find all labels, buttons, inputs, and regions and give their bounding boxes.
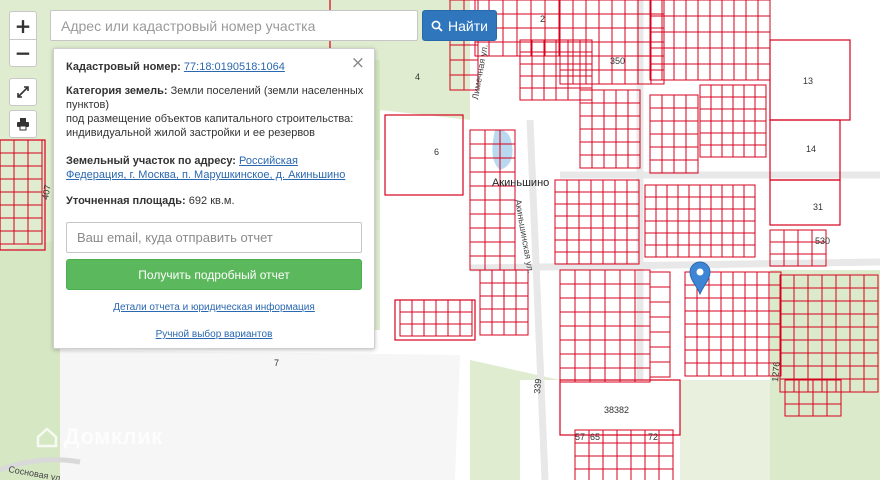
label-parcel-2: 2 bbox=[540, 14, 545, 24]
details-link[interactable]: Детали отчета и юридическая информация bbox=[54, 302, 374, 313]
parcel-info-popup: × Кадастровый номер: 77:18:0190518:1064 … bbox=[53, 48, 375, 349]
label-parcel-38382: 38382 bbox=[604, 405, 629, 415]
watermark-logo: Домклик bbox=[36, 424, 163, 450]
search-button[interactable]: Найти bbox=[422, 10, 497, 41]
label-parcel-4: 4 bbox=[415, 72, 420, 82]
cadastral-row: Кадастровый номер: 77:18:0190518:1064 bbox=[66, 60, 366, 74]
cadastral-number-link[interactable]: 77:18:0190518:1064 bbox=[184, 61, 285, 73]
category-row: Категория земель: Земли поселений (земли… bbox=[66, 84, 366, 140]
address-row: Земельный участок по адресу: Российская … bbox=[66, 154, 366, 182]
label-parcel-1276: 1276 bbox=[770, 361, 782, 382]
expand-icon bbox=[17, 86, 29, 98]
address-link-part2[interactable]: Федерация, г. Москва, п. Марушкинское, д… bbox=[66, 169, 345, 181]
search-icon bbox=[431, 20, 443, 32]
manual-select-link[interactable]: Ручной выбор вариантов bbox=[54, 329, 374, 340]
printer-icon bbox=[17, 118, 29, 131]
watermark-text: Домклик bbox=[64, 424, 163, 449]
category-line3: индивидуальной жилой застройки и ее резе… bbox=[66, 127, 316, 139]
label-parcel-530: 530 bbox=[815, 236, 830, 246]
cadastral-label: Кадастровый номер: bbox=[66, 61, 181, 73]
get-report-button[interactable]: Получить подробный отчет bbox=[66, 259, 362, 290]
fullscreen-button[interactable] bbox=[9, 78, 37, 106]
label-parcel-7: 7 bbox=[274, 358, 279, 368]
label-parcel-339: 339 bbox=[532, 378, 543, 394]
email-field[interactable] bbox=[66, 222, 362, 253]
search-input[interactable] bbox=[50, 10, 418, 41]
zoom-out-button[interactable]: − bbox=[9, 39, 37, 67]
zoom-in-button[interactable]: + bbox=[9, 11, 37, 40]
label-parcel-31: 31 bbox=[813, 202, 823, 212]
label-village: Акиньшино bbox=[492, 177, 549, 189]
label-parcel-72: 72 bbox=[648, 432, 658, 442]
search-button-label: Найти bbox=[448, 17, 488, 34]
address-label: Земельный участок по адресу: bbox=[66, 155, 236, 167]
category-line2: под размещение объектов капитального стр… bbox=[66, 113, 354, 125]
label-parcel-6: 6 bbox=[434, 147, 439, 157]
label-parcel-14: 14 bbox=[806, 144, 816, 154]
label-parcel-65: 65 bbox=[590, 432, 600, 442]
address-link-part1[interactable]: Российская bbox=[239, 155, 298, 167]
area-value: 692 кв.м. bbox=[188, 195, 235, 207]
label-parcel-350: 350 bbox=[610, 56, 625, 66]
house-icon bbox=[36, 427, 58, 448]
area-row: Уточненная площадь: 692 кв.м. bbox=[66, 194, 366, 208]
label-parcel-57: 57 bbox=[575, 432, 585, 442]
label-parcel-13: 13 bbox=[803, 76, 813, 86]
category-label: Категория земель: bbox=[66, 85, 168, 97]
print-button[interactable] bbox=[9, 110, 37, 138]
area-label: Уточненная площадь: bbox=[66, 195, 186, 207]
